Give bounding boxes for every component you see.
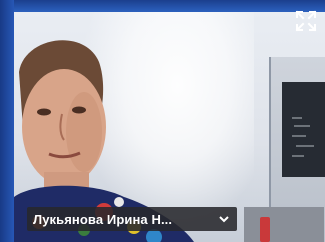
chevron-down-icon[interactable] [217, 212, 231, 226]
active-speaker-border [0, 0, 325, 12]
expand-icon[interactable] [295, 10, 317, 32]
background-object [260, 217, 270, 242]
video-tile[interactable]: Лукьянова Ирина Н... [0, 0, 325, 242]
active-speaker-border-left [0, 0, 14, 242]
participant-name-bar[interactable]: Лукьянова Ирина Н... [27, 207, 237, 231]
board-writing [292, 117, 314, 157]
participant-name: Лукьянова Ирина Н... [33, 211, 173, 227]
